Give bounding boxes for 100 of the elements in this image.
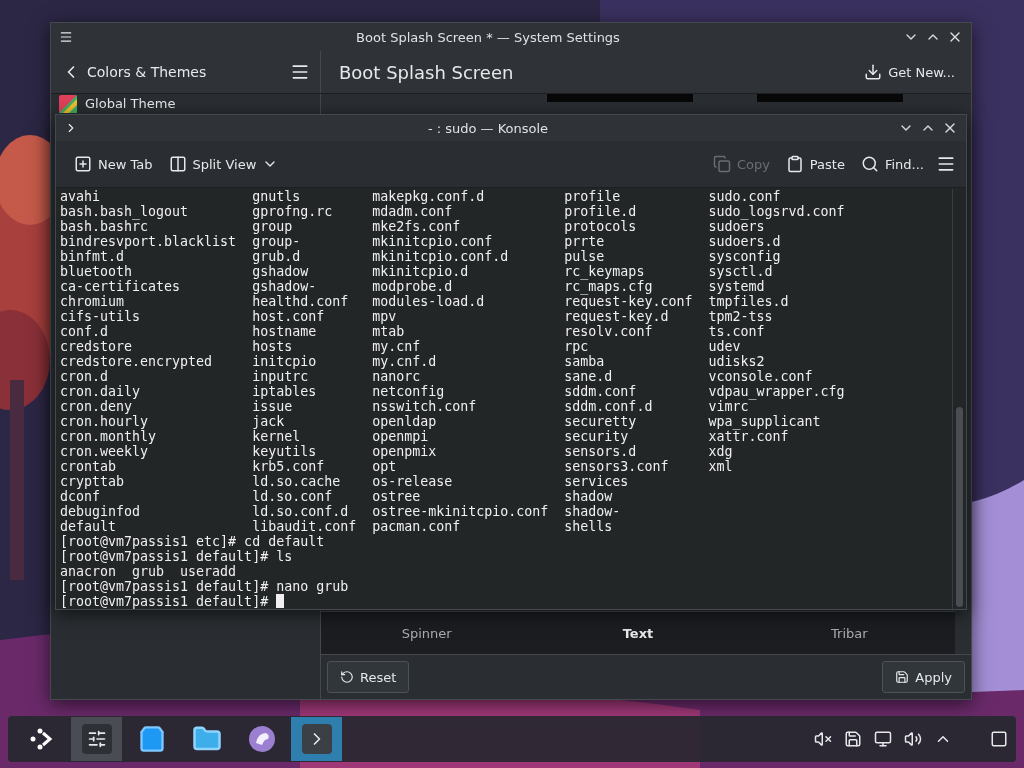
file-name: hostname [252,324,318,339]
file-name: bindresvport.blacklist [60,234,238,249]
file-name: credstore.encrypted [60,354,214,369]
toolbar-button[interactable]: New Tab [68,148,159,180]
file-name: ld.so.conf.d [252,504,350,519]
file-name: gnutls [252,189,302,204]
file-name: udev [708,339,742,354]
file-name: vimrc [708,399,749,414]
file-name: rpc [564,339,590,354]
window-title: - : sudo — Konsole [426,120,550,136]
file-name: sudoers.d [708,234,782,249]
file-name: sudo_logsrvd.conf [708,204,845,219]
file-name: libaudit.conf [252,519,358,534]
file-name: request-key.conf [564,294,694,309]
file-name: cron.hourly [60,414,150,429]
toolbar-button[interactable]: Paste [779,148,851,180]
get-new-button[interactable]: Get New... [858,56,961,88]
file-name: inputrc [252,369,310,384]
file-name: modprobe.d [372,279,454,294]
monitor-icon[interactable] [874,730,892,748]
file-name: crontab [60,459,118,474]
toolbar-button[interactable]: Split View [162,148,285,180]
file-name: xml [708,459,734,474]
file-name: mkinitcpio.conf.d [372,249,510,264]
file-name: resolv.conf [564,324,654,339]
sidebar-item[interactable]: Global Theme [51,95,320,113]
file-name: tpm2-tss [708,309,774,324]
file-name: vconsole.conf [708,369,814,384]
file-name: tmpfiles.d [708,294,790,309]
split-view-icon [168,155,187,173]
reset-button[interactable]: Reset [327,661,410,693]
mute-icon[interactable] [814,730,832,748]
file-name: avahi [60,189,102,204]
file-name: modules-load.d [372,294,486,309]
file-name: xdg [708,444,734,459]
file-name: systemd [708,279,766,294]
file-name: ld.so.conf [252,489,334,504]
window-title: Boot Splash Screen * — System Settings [355,29,621,45]
file-name: sane.d [564,369,614,384]
file-name: rc_maps.cfg [564,279,653,294]
paste-icon [785,155,804,173]
file-name: protocols [564,219,638,234]
file-name: conf.d [60,324,110,339]
apply-button[interactable]: Apply [882,661,965,693]
taskbar-item[interactable] [71,717,122,761]
file-name: sudo.conf [708,189,782,204]
file-name: pacman.conf [372,519,462,534]
file-name: request-key.d [564,309,670,324]
file-name: mdadm.conf [372,204,454,219]
file-name: services [564,474,630,489]
volume-icon[interactable] [904,730,922,748]
undo-icon [340,670,354,684]
terminal-line: [root@vm7passis1 default]# nano grub [60,579,350,594]
file-name: keyutils [252,444,318,459]
file-name: openpmix [372,444,438,459]
file-name: gshadow- [252,279,318,294]
file-name: cron.daily [60,384,142,399]
sliders-icon [81,724,112,754]
page-title: Boot Splash Screen [339,61,514,83]
toolbar-button[interactable]: Find... [854,148,930,180]
scrollbar-thumb[interactable] [956,407,963,607]
file-name: prrte [564,234,606,249]
file-name: bash.bashrc [60,219,149,234]
file-name: dconf [60,489,102,504]
menu-icon[interactable] [290,62,310,82]
file-name: host.conf [252,309,326,324]
file-name: initcpio [252,354,318,369]
file-name: healthd.conf [252,294,350,309]
window-menu-icon[interactable] [59,30,73,44]
file-name: chromium [60,294,126,309]
file-name: my.cnf.d [372,354,438,369]
file-name: nanorc [372,369,422,384]
launcher-icon[interactable] [28,726,55,752]
palette-icon [59,95,77,113]
file-name: ld.so.cache [252,474,342,489]
file-name: grub.d [252,249,302,264]
file-name: krb5.conf [252,459,326,474]
file-name: binfmt.d [60,249,126,264]
file-name: kernel [252,429,302,444]
terminal-line: [root@vm7passis1 default]# ls [60,549,294,564]
file-name: opt [372,459,398,474]
theme-label[interactable]: Spinner [321,625,533,641]
category-title[interactable]: Colors & Themes [87,64,207,80]
file-name: sysctl.d [708,264,774,279]
file-name: bluetooth [60,264,134,279]
file-name: ostree-mkinitcpio.conf [372,504,550,519]
terminal-area[interactable] [56,188,966,609]
file-name: pulse [564,249,606,264]
file-name: shadow- [564,504,622,519]
copy-icon [712,155,731,173]
download-icon [864,63,883,81]
file-name: cifs-utils [60,309,142,324]
file-name: vdpau_wrapper.cfg [708,384,845,399]
search-icon [860,155,879,173]
file-name: wpa_supplicant [708,414,822,429]
file-name: sddm.conf.d [564,399,654,414]
theme-label[interactable]: Tribar [743,625,955,641]
show-desktop-icon[interactable] [990,730,1008,748]
theme-label[interactable]: Text [532,625,744,641]
file-name: samba [564,354,606,369]
